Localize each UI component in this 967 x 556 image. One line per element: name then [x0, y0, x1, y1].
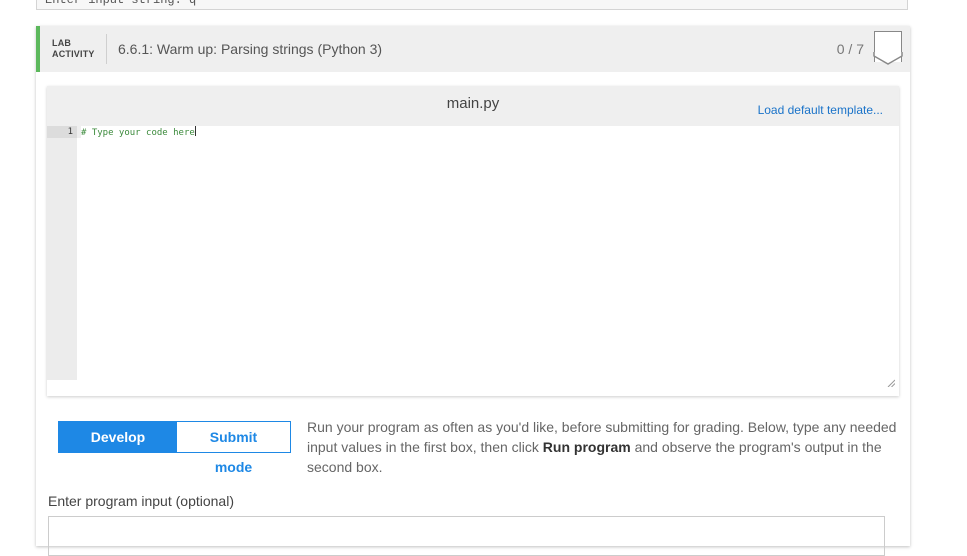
lab-title: 6.6.1: Warm up: Parsing strings (Python …: [118, 41, 383, 57]
program-input-field[interactable]: [48, 516, 885, 556]
lab-activity-card: LAB ACTIVITY 6.6.1: Warm up: Parsing str…: [36, 26, 910, 556]
mode-toggle: Develop mode Submit mode: [58, 421, 291, 475]
submit-mode-button[interactable]: Submit mode: [177, 422, 290, 475]
text-cursor: [194, 126, 196, 136]
line-number: 1: [67, 127, 73, 137]
code-text[interactable]: # Type your code here: [81, 128, 195, 138]
line-number-gutter: [47, 138, 77, 380]
header-divider: [106, 34, 107, 64]
resize-handle-icon[interactable]: [887, 374, 896, 392]
run-instructions: Run your program as often as you'd like,…: [307, 417, 903, 477]
score-badge-icon: [873, 31, 903, 65]
develop-mode-button[interactable]: Develop mode: [59, 422, 177, 475]
load-default-template-link[interactable]: Load default template...: [758, 103, 883, 117]
previous-output-box: Enter input string: q: [36, 0, 908, 10]
instructions-run-program: Run program: [542, 439, 631, 455]
lab-activity-tag: LAB ACTIVITY: [52, 38, 95, 60]
lab-header: LAB ACTIVITY 6.6.1: Warm up: Parsing str…: [36, 26, 910, 72]
code-line[interactable]: # Type your code here: [81, 126, 899, 138]
program-input-label: Enter program input (optional): [48, 493, 234, 509]
lab-tag-line1: LAB: [52, 38, 72, 48]
score-text: 0 / 7: [836, 41, 864, 57]
code-editor: main.py Load default template... 1 # Typ…: [47, 86, 899, 396]
lab-tag-line2: ACTIVITY: [52, 49, 95, 59]
